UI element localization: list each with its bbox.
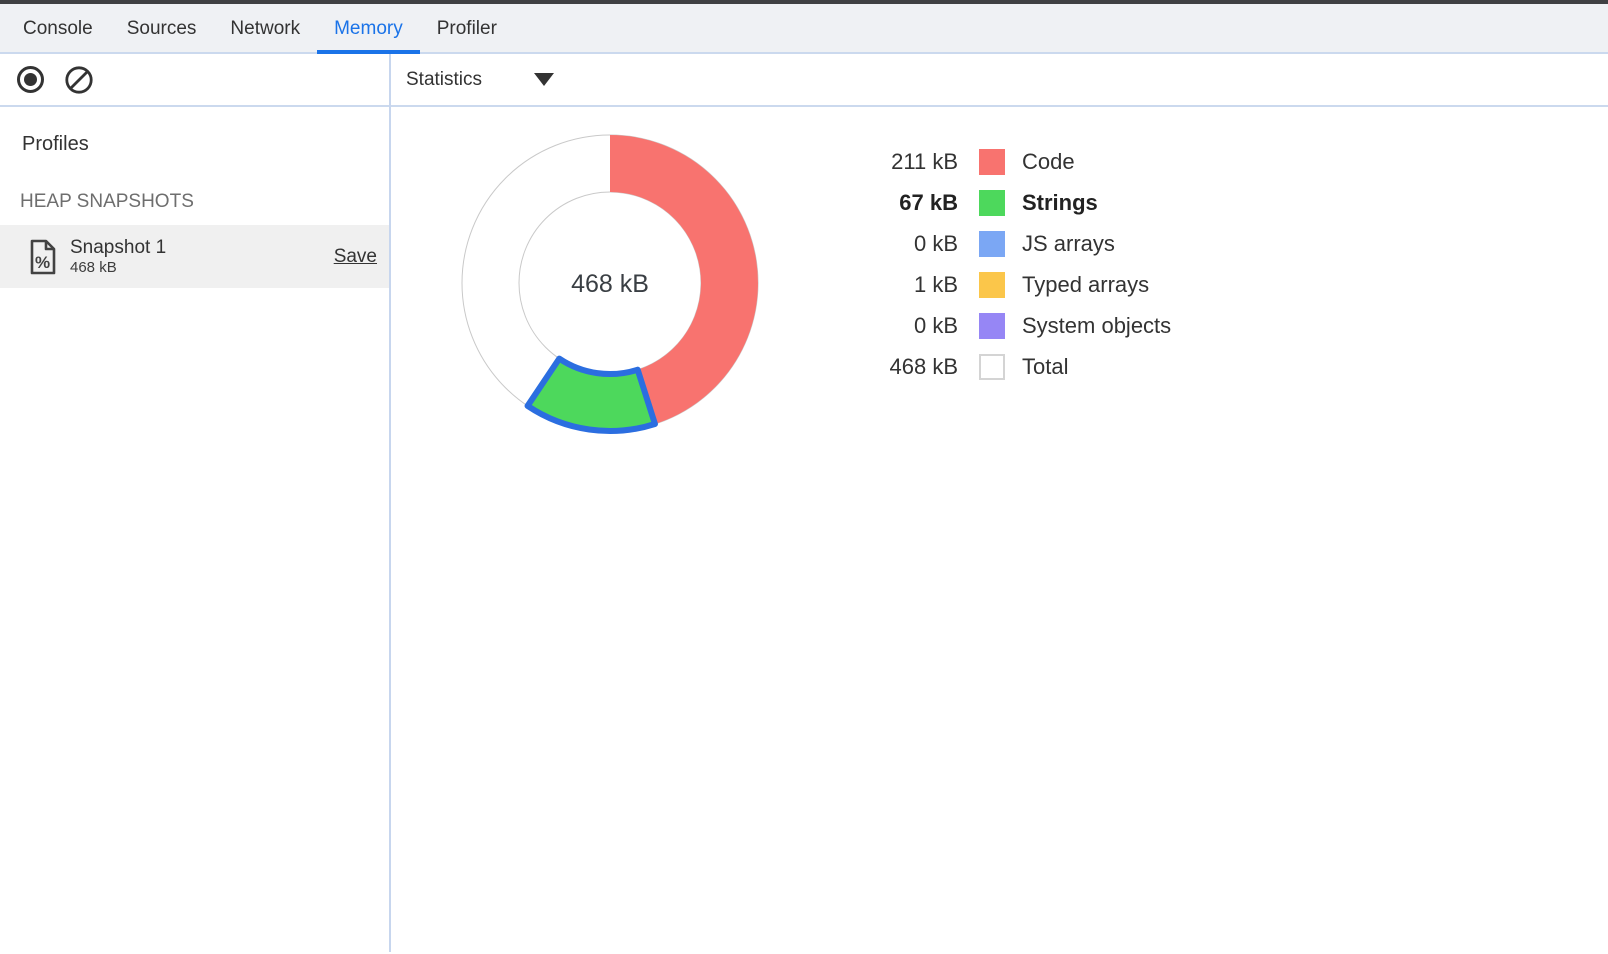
memory-main-panel: Statistics 468 kB 211 kB Code	[391, 54, 1608, 952]
legend-label: Strings	[1022, 190, 1098, 216]
perspective-dropdown-value: Statistics	[406, 69, 482, 91]
legend-row-system-objects: 0 kB System objects	[845, 305, 1171, 346]
legend-size: 67 kB	[845, 190, 958, 216]
pie-slice-strings-selected[interactable]	[528, 359, 655, 431]
profiles-header: Profiles	[22, 133, 389, 156]
heap-snapshot-file-icon: %	[29, 239, 57, 275]
legend-label: Total	[1022, 354, 1068, 380]
tab-memory[interactable]: Memory	[317, 4, 420, 52]
legend-swatch-strings	[979, 190, 1005, 216]
heap-statistics-donut-chart: 468 kB	[445, 118, 775, 448]
legend-size: 468 kB	[845, 354, 958, 380]
record-dot	[24, 73, 37, 86]
clear-profiles-icon[interactable]	[64, 65, 94, 95]
tab-profiler[interactable]: Profiler	[420, 4, 514, 52]
tab-sources[interactable]: Sources	[110, 4, 214, 52]
save-snapshot-link[interactable]: Save	[334, 246, 377, 268]
legend-size: 211 kB	[845, 149, 958, 175]
tab-console[interactable]: Console	[6, 4, 110, 52]
snapshot-list-item[interactable]: % Snapshot 1 468 kB Save	[0, 225, 389, 288]
legend-swatch-js-arrays	[979, 231, 1005, 257]
legend-size: 1 kB	[845, 272, 958, 298]
tab-network[interactable]: Network	[213, 4, 317, 52]
donut-center-total-label: 468 kB	[571, 270, 649, 298]
legend-row-strings: 67 kB Strings	[845, 182, 1171, 223]
legend-label: Typed arrays	[1022, 272, 1149, 298]
legend-swatch-typed-arrays	[979, 272, 1005, 298]
snapshot-text: Snapshot 1 468 kB	[70, 237, 334, 276]
legend-swatch-system-objects	[979, 313, 1005, 339]
svg-text:%: %	[35, 253, 50, 272]
snapshot-size: 468 kB	[70, 259, 334, 276]
legend-row-js-arrays: 0 kB JS arrays	[845, 223, 1171, 264]
legend-label: System objects	[1022, 313, 1171, 339]
snapshot-name: Snapshot 1	[70, 237, 334, 259]
panel-body: Profiles HEAP SNAPSHOTS % Snapshot 1 468…	[0, 54, 1608, 952]
chart-legend: 211 kB Code 67 kB Strings 0 kB JS arrays…	[845, 141, 1171, 387]
legend-size: 0 kB	[845, 231, 958, 257]
perspective-dropdown[interactable]: Statistics	[406, 69, 554, 91]
legend-row-code: 211 kB Code	[845, 141, 1171, 182]
dropdown-caret-icon	[534, 73, 554, 86]
legend-size: 0 kB	[845, 313, 958, 339]
profiles-toolbar	[0, 54, 389, 107]
legend-swatch-code	[979, 149, 1005, 175]
profiles-sidebar: Profiles HEAP SNAPSHOTS % Snapshot 1 468…	[0, 54, 391, 952]
view-toolbar: Statistics	[391, 54, 1608, 107]
legend-row-total: 468 kB Total	[845, 346, 1171, 387]
legend-label: JS arrays	[1022, 231, 1115, 257]
statistics-chart-area: 468 kB 211 kB Code 67 kB Strings 0 kB JS	[391, 107, 1608, 952]
heap-snapshots-section-title: HEAP SNAPSHOTS	[20, 191, 389, 213]
legend-label: Code	[1022, 149, 1075, 175]
legend-swatch-total	[979, 354, 1005, 380]
record-heap-snapshot-icon[interactable]	[17, 66, 44, 93]
devtools-tab-bar: Console Sources Network Memory Profiler	[0, 4, 1608, 54]
legend-row-typed-arrays: 1 kB Typed arrays	[845, 264, 1171, 305]
